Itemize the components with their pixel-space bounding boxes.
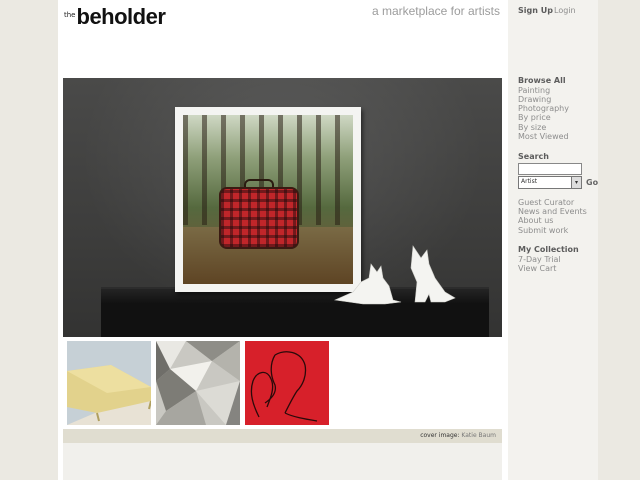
cover-image[interactable] [63,78,502,337]
caption-bar: cover image: Katie Baum [63,429,502,443]
browse-all-link[interactable]: Browse All [518,76,566,85]
page-margin-left [0,0,58,480]
sign-up-link[interactable]: Sign Up [518,6,553,15]
main-column: the beholder a marketplace for artists c… [58,0,508,480]
geometric-artwork [156,341,240,425]
site-tagline: a marketplace for artists [371,4,500,18]
fox-figurines [333,245,456,305]
search-heading: Search [518,152,549,161]
logo-prefix: the [64,11,76,19]
kiss-artwork [245,341,329,425]
caption-label: cover image: [420,432,460,439]
thumbnail-kiss-drawing[interactable] [245,341,329,425]
thumbnail-geometric-drawing[interactable] [156,341,240,425]
news-and-events-link[interactable]: News and Events [518,207,587,216]
forest-photo [183,115,353,284]
browse-by-price-link[interactable]: By price [518,113,551,122]
fox-figurine-right [410,245,456,303]
cover-caption: cover image: Katie Baum [420,432,496,439]
caption-artist-link[interactable]: Katie Baum [461,432,496,439]
content-area-below [63,443,502,480]
sidebar: Sign Up Login Browse All Painting Drawin… [508,0,598,480]
browse-by-size-link[interactable]: By size [518,123,546,132]
search-category-value: Artist [521,178,538,185]
submit-work-link[interactable]: Submit work [518,226,568,235]
search-input[interactable] [518,163,582,175]
browse-most-viewed-link[interactable]: Most Viewed [518,132,569,141]
view-cart-link[interactable]: View Cart [518,264,556,273]
chevron-down-icon: ▾ [571,177,581,188]
login-link[interactable]: Login [554,6,576,15]
browse-painting-link[interactable]: Painting [518,86,550,95]
about-us-link[interactable]: About us [518,216,553,225]
my-collection-link[interactable]: My Collection [518,245,579,254]
search-go-button[interactable]: Go [586,178,598,187]
seven-day-trial-link[interactable]: 7-Day Trial [518,255,561,264]
logo-wordmark: beholder [76,4,166,29]
guest-curator-link[interactable]: Guest Curator [518,198,574,207]
search-category-select[interactable]: Artist ▾ [518,176,582,189]
sofa-artwork [67,341,151,425]
browse-drawing-link[interactable]: Drawing [518,95,551,104]
site-logo[interactable]: the beholder [64,2,166,32]
plaid-suitcase [219,187,299,249]
browse-photography-link[interactable]: Photography [518,104,569,113]
thumbnail-sofa-painting[interactable] [67,341,151,425]
fox-figurine-left [333,263,402,305]
page-margin-right [598,0,640,480]
